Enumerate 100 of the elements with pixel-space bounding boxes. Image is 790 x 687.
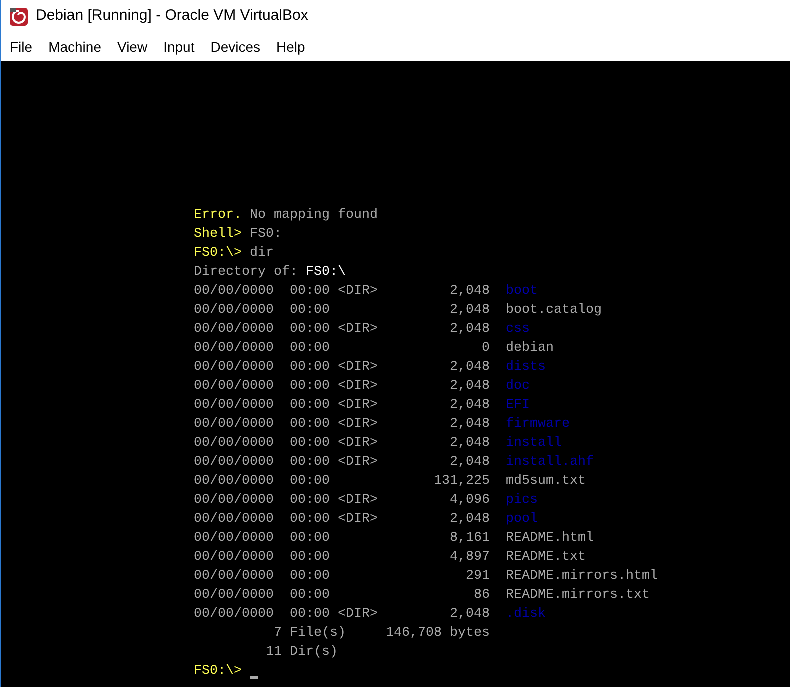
- file-time: 00:00: [290, 417, 330, 432]
- file-time: 00:00: [290, 531, 330, 546]
- file-name: pics: [506, 492, 538, 510]
- console-line: Error. No mapping found: [194, 207, 378, 225]
- file-name: dists: [506, 359, 546, 377]
- file-size: 4,897: [450, 549, 490, 567]
- file-date: 00/00/0000: [194, 512, 274, 527]
- menu-item[interactable]: Input: [156, 35, 203, 59]
- file-date: 00/00/0000: [194, 588, 274, 603]
- file-name: boot.catalog: [506, 302, 602, 320]
- directory-tag: <DIR>: [338, 455, 378, 470]
- file-name: pool: [506, 511, 538, 529]
- file-time: 00:00: [290, 322, 330, 337]
- file-date: 00/00/0000: [194, 531, 274, 546]
- total-size: 146,708: [386, 625, 442, 643]
- menu-item[interactable]: File: [2, 35, 41, 59]
- file-size: 2,048: [450, 435, 490, 453]
- console-line: Directory of: FS0:\: [194, 264, 346, 282]
- file-time: 00:00: [290, 360, 330, 375]
- directory-tag: <DIR>: [338, 436, 378, 451]
- file-date: 00/00/0000: [194, 550, 274, 565]
- menu-item[interactable]: Devices: [202, 35, 269, 59]
- menu-item[interactable]: Machine: [40, 35, 110, 59]
- file-date: 00/00/0000: [194, 322, 274, 337]
- directory-tag: <DIR>: [338, 322, 378, 337]
- console-line: FS0:\> dir: [194, 245, 274, 263]
- file-date: 00/00/0000: [194, 493, 274, 508]
- file-name: README.mirrors.html: [506, 568, 658, 586]
- window-title: Debian [Running] - Oracle VM VirtualBox: [36, 6, 308, 26]
- file-size: 291: [466, 568, 490, 586]
- file-date: 00/00/0000: [194, 417, 274, 432]
- file-size: 2,048: [450, 359, 490, 377]
- file-name: firmware: [506, 416, 570, 434]
- file-date: 00/00/0000: [194, 360, 274, 375]
- file-time: 00:00: [290, 550, 330, 565]
- file-size: 2,048: [450, 606, 490, 624]
- file-name: boot: [506, 283, 538, 301]
- shell-prompt: FS0:\>: [194, 663, 242, 681]
- file-time: 00:00: [290, 474, 330, 489]
- count-label: File(s): [290, 626, 346, 641]
- file-time: 00:00: [290, 341, 330, 356]
- file-date: 00/00/0000: [194, 284, 274, 299]
- file-name: README.html: [506, 530, 594, 548]
- file-time: 00:00: [290, 284, 330, 299]
- file-date: 00/00/0000: [194, 341, 274, 356]
- file-time: 00:00: [290, 436, 330, 451]
- file-time: 00:00: [290, 569, 330, 584]
- file-size: 0: [482, 340, 490, 358]
- directory-tag: <DIR>: [338, 607, 378, 622]
- file-time: 00:00: [290, 588, 330, 603]
- file-name: install: [506, 435, 562, 453]
- file-name: README.txt: [506, 549, 586, 567]
- file-time: 00:00: [290, 398, 330, 413]
- file-size: 2,048: [450, 454, 490, 472]
- app-logo-icon: [9, 6, 29, 26]
- directory-tag: <DIR>: [338, 417, 378, 432]
- file-size: 2,048: [450, 511, 490, 529]
- file-date: 00/00/0000: [194, 379, 274, 394]
- directory-tag: <DIR>: [338, 360, 378, 375]
- file-date: 00/00/0000: [194, 436, 274, 451]
- file-time: 00:00: [290, 379, 330, 394]
- file-date: 00/00/0000: [194, 569, 274, 584]
- file-time: 00:00: [290, 493, 330, 508]
- file-name: install.ahf: [506, 454, 594, 472]
- text-cursor: [250, 676, 258, 679]
- file-name: .disk: [506, 606, 546, 624]
- file-name: doc: [506, 378, 530, 396]
- directory-tag: <DIR>: [338, 493, 378, 508]
- file-name: debian: [506, 340, 554, 358]
- file-size: 86: [474, 587, 490, 605]
- file-size: 2,048: [450, 302, 490, 320]
- file-name: md5sum.txt: [506, 473, 586, 491]
- menu-item[interactable]: Help: [268, 35, 314, 59]
- file-size: 2,048: [450, 397, 490, 415]
- file-count: 11: [266, 644, 282, 662]
- file-size: 2,048: [450, 283, 490, 301]
- directory-tag: <DIR>: [338, 379, 378, 394]
- file-size: 4,096: [450, 492, 490, 510]
- file-name: EFI: [506, 397, 530, 415]
- count-label: Dir(s): [290, 645, 338, 660]
- directory-tag: <DIR>: [338, 284, 378, 299]
- file-name: css: [506, 321, 530, 339]
- file-name: README.mirrors.txt: [506, 587, 650, 605]
- file-time: 00:00: [290, 512, 330, 527]
- file-size: 2,048: [450, 321, 490, 339]
- file-date: 00/00/0000: [194, 398, 274, 413]
- file-time: 00:00: [290, 455, 330, 470]
- file-date: 00/00/0000: [194, 607, 274, 622]
- file-date: 00/00/0000: [194, 303, 274, 318]
- file-date: 00/00/0000: [194, 455, 274, 470]
- file-size: 2,048: [450, 416, 490, 434]
- menu-item[interactable]: View: [109, 35, 156, 59]
- file-size: 2,048: [450, 378, 490, 396]
- file-size: 131,225: [434, 473, 490, 491]
- console-line: Shell> FS0:: [194, 226, 282, 244]
- file-time: 00:00: [290, 607, 330, 622]
- file-date: 00/00/0000: [194, 474, 274, 489]
- directory-tag: <DIR>: [338, 512, 378, 527]
- file-count: 7: [274, 625, 282, 643]
- size-unit: bytes: [450, 625, 490, 643]
